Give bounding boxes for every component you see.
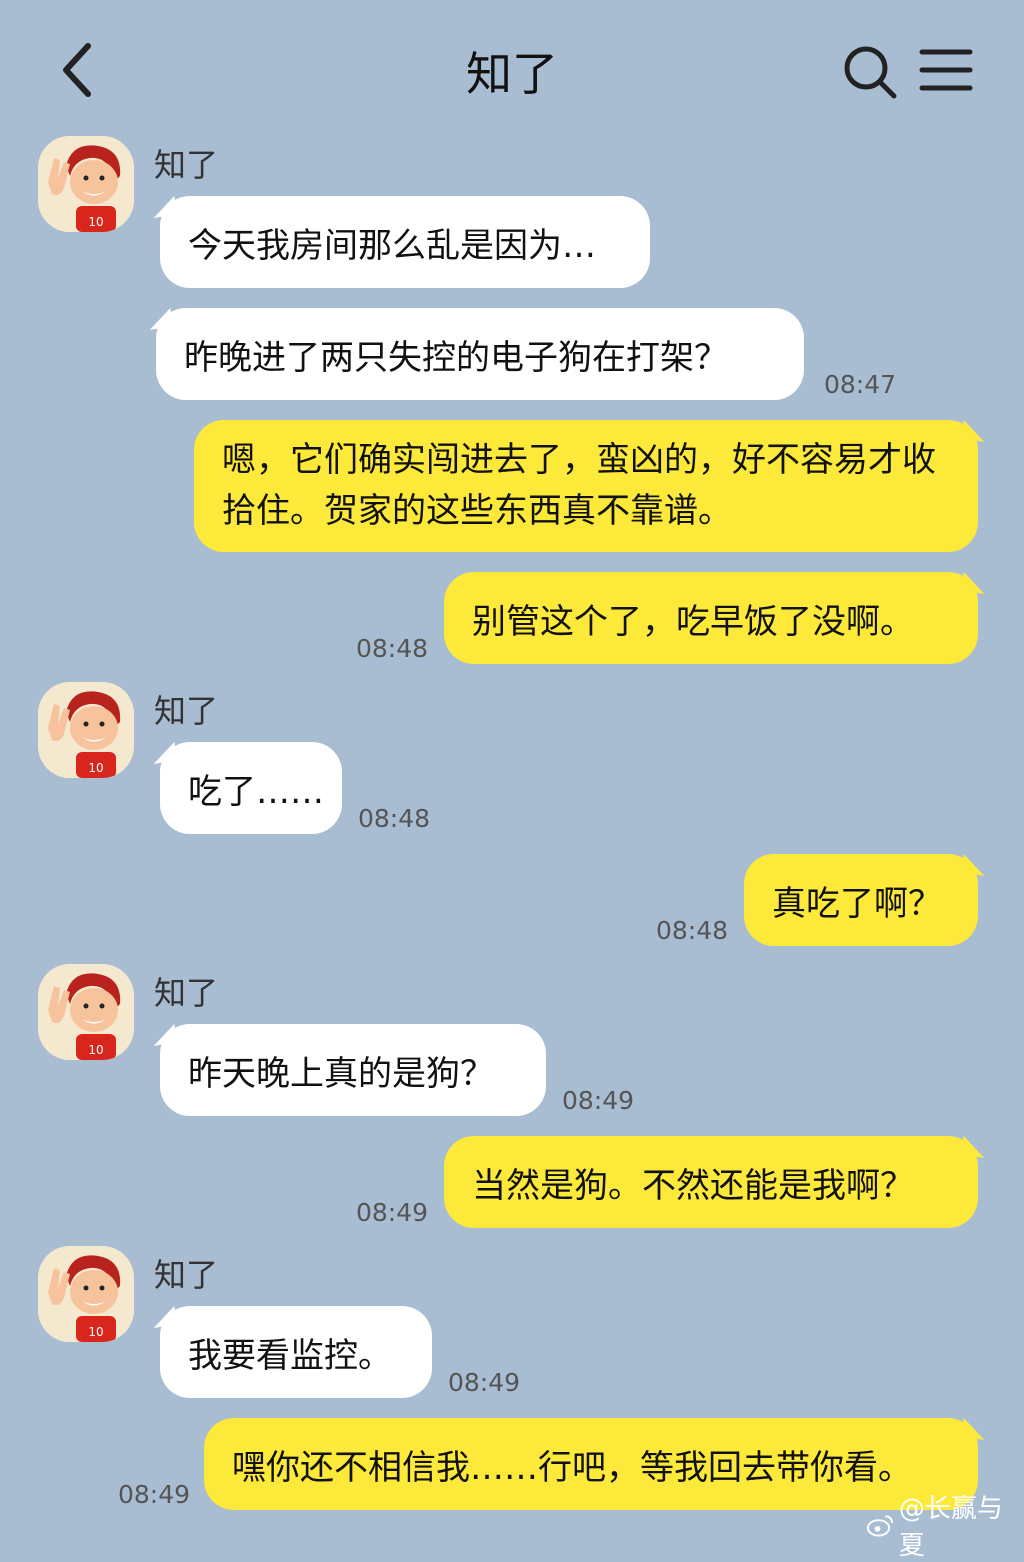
message-bubble-outgoing[interactable]: 真吃了啊？ (744, 854, 978, 946)
watermark: @长赢与夏 (866, 1488, 1024, 1562)
message-time: 08:49 (118, 1480, 191, 1509)
message-text: 吃了…… (188, 771, 324, 812)
sender-name: 知了 (154, 692, 219, 730)
message-time: 08:49 (562, 1086, 635, 1115)
message-text: 当然是狗。不然还能是我啊？ (472, 1165, 914, 1206)
search-icon (844, 46, 897, 99)
message-bubble-incoming[interactable]: 昨晚进了两只失控的电子狗在打架？ (156, 308, 804, 400)
chat-header: 知了 (0, 0, 1024, 130)
message-bubble-incoming[interactable]: 吃了…… (160, 742, 342, 834)
weibo-icon (866, 1515, 893, 1537)
message-bubble-outgoing[interactable]: 当然是狗。不然还能是我啊？ (444, 1136, 978, 1228)
message-text: 嘿你还不相信我……行吧，等我回去带你看。 (232, 1447, 912, 1488)
cartoon-basketball-player-avatar-image: 10 (38, 964, 134, 1060)
message-time: 08:48 (356, 634, 429, 663)
message-text: 我要看监控。 (188, 1335, 392, 1376)
message-time: 08:49 (448, 1368, 521, 1397)
svg-text:10: 10 (88, 1043, 103, 1057)
avatar[interactable]: 10 (38, 682, 134, 778)
cartoon-basketball-player-avatar-image: 10 (38, 1246, 134, 1342)
message-text: 昨天晚上真的是狗？ (188, 1053, 494, 1094)
message-bubble-incoming[interactable]: 昨天晚上真的是狗？ (160, 1024, 546, 1116)
message-bubble-incoming[interactable]: 今天我房间那么乱是因为… (160, 196, 650, 288)
svg-text:10: 10 (88, 215, 103, 229)
message-time: 08:49 (356, 1198, 429, 1227)
watermark-text: @长赢与夏 (898, 1494, 1003, 1561)
avatar[interactable]: 10 (38, 1246, 134, 1342)
avatar[interactable]: 10 (38, 964, 134, 1060)
sender-name: 知了 (154, 974, 219, 1012)
message-text: 嗯，它们确实闯进去了，蛮凶的，好不容易才收拾住。贺家的这些东西真不靠谱。 (222, 440, 936, 531)
message-bubble-outgoing[interactable]: 别管这个了，吃早饭了没啊。 (444, 572, 978, 664)
svg-text:10: 10 (88, 761, 103, 775)
menu-button[interactable] (918, 44, 974, 100)
sender-name: 知了 (154, 1256, 219, 1294)
search-button[interactable] (840, 42, 900, 102)
message-time: 08:48 (656, 916, 729, 945)
avatar[interactable]: 10 (38, 136, 134, 232)
message-text: 昨晚进了两只失控的电子狗在打架？ (184, 337, 728, 378)
sender-name: 知了 (154, 146, 219, 184)
message-text: 真吃了啊？ (772, 883, 942, 924)
message-time: 08:47 (824, 370, 897, 399)
message-bubble-outgoing[interactable]: 嗯，它们确实闯进去了，蛮凶的，好不容易才收拾住。贺家的这些东西真不靠谱。 (194, 420, 978, 552)
message-text: 今天我房间那么乱是因为… (188, 225, 596, 266)
svg-text:10: 10 (88, 1325, 103, 1339)
message-bubble-outgoing[interactable]: 嘿你还不相信我……行吧，等我回去带你看。 (204, 1418, 978, 1510)
message-text: 别管这个了，吃早饭了没啊。 (472, 601, 914, 642)
cartoon-basketball-player-avatar-image: 10 (38, 682, 134, 778)
cartoon-basketball-player-avatar-image: 10 (38, 136, 134, 232)
hamburger-menu-icon (919, 49, 973, 91)
message-bubble-incoming[interactable]: 我要看监控。 (160, 1306, 432, 1398)
message-time: 08:48 (358, 804, 431, 833)
